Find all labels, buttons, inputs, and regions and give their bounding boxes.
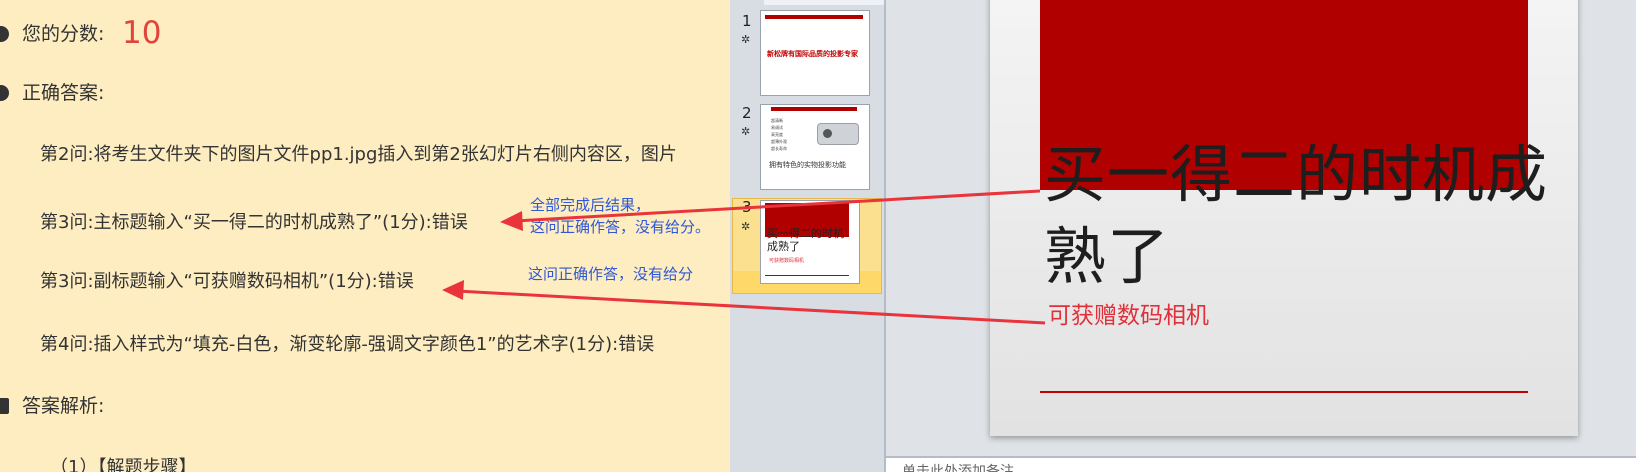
document-icon	[0, 398, 9, 414]
slide-rule-line	[1040, 391, 1528, 393]
thumbnail-2-number: 2	[742, 104, 752, 122]
thumbnail-3-title: 买一得二的时机成熟了	[767, 227, 844, 253]
question-2-result: 第2问:将考生文件夹下的图片文件pp1.jpg插入到第2张幻灯片右侧内容区，图片	[40, 144, 677, 165]
solution-steps-heading: （1）【解题步骤】	[50, 457, 197, 472]
thumbnail-3-number: 3	[742, 198, 752, 216]
current-slide[interactable]: 买一得二的时机成熟了 可获赠数码相机	[990, 0, 1578, 436]
panel-top-strip	[764, 0, 884, 5]
analysis-label: 答案解析:	[22, 395, 105, 417]
thumbnail-1-number: 1	[742, 12, 752, 30]
thumbnail-2-bullet: 超薄外观	[771, 139, 787, 144]
notes-pane[interactable]: 单击此处添加备注	[886, 456, 1636, 472]
thumbnail-2-bullets: 超清晰 易调试 高亮度 超薄外观 超长寿命	[771, 117, 787, 152]
question-3b-result: 第3问:副标题输入“可获赠数码相机”(1分):错误	[40, 271, 414, 292]
slide-thumbnail-panel: 1 ✲ 新松牌有国际品质的投影专家 2 ✲ 超清晰 易调试 高亮度 超薄外观 超…	[730, 0, 886, 472]
thumbnail-2-caption: 拥有特色的实物投影功能	[769, 161, 846, 169]
score-value: 10	[122, 15, 162, 51]
thumbnail-2-bullet: 超长寿命	[771, 146, 787, 151]
answer-panel: 您的分数: 10 正确答案: 第2问:将考生文件夹下的图片文件pp1.jpg插入…	[0, 0, 730, 472]
slide-thumbnail-2[interactable]: 超清晰 易调试 高亮度 超薄外观 超长寿命 拥有特色的实物投影功能	[760, 104, 870, 190]
projector-image	[817, 123, 859, 145]
thumbnail-2-header-bar	[771, 107, 857, 111]
animation-star-icon: ✲	[741, 125, 751, 138]
slide-subtitle[interactable]: 可获赠数码相机	[1048, 296, 1209, 330]
thumbnail-2-bullet: 高亮度	[771, 132, 783, 137]
notes-placeholder[interactable]: 单击此处添加备注	[902, 461, 1014, 472]
animation-star-icon: ✲	[741, 220, 751, 233]
annotation-note-1-line-1: 全部完成后结果，	[530, 196, 651, 214]
thumbnail-2-bullet: 超清晰	[771, 118, 783, 123]
annotation-note-2: 这问正确作答，没有给分	[528, 265, 694, 283]
animation-star-icon: ✲	[741, 33, 751, 46]
slide-editing-area: 买一得二的时机成熟了 可获赠数码相机	[886, 0, 1636, 456]
question-3a-result: 第3问:主标题输入“买一得二的时机成熟了”(1分):错误	[40, 212, 468, 233]
check-icon	[0, 85, 9, 101]
thumbnail-1-title: 新松牌有国际品质的投影专家	[767, 50, 858, 58]
clock-icon	[0, 26, 9, 42]
slide-title[interactable]: 买一得二的时机成熟了	[1044, 134, 1564, 298]
thumbnail-3-subtitle: 可获赠数码相机	[769, 258, 805, 264]
thumbnail-2-bullet: 易调试	[771, 125, 783, 130]
slide-thumbnail-3[interactable]: 买一得二的时机成熟了 可获赠数码相机	[760, 200, 860, 284]
score-label: 您的分数:	[22, 23, 105, 45]
thumbnail-3-rule	[765, 275, 849, 276]
annotation-note-1-line-2: 这问正确作答，没有给分。	[530, 218, 711, 236]
thumbnail-1-header-bar	[765, 15, 863, 19]
question-4-result: 第4问:插入样式为“填充-白色，渐变轮廓-强调文字颜色1”的艺术字(1分):错误	[40, 334, 655, 355]
slide-thumbnail-1[interactable]: 新松牌有国际品质的投影专家	[760, 10, 870, 96]
correct-answer-label: 正确答案:	[22, 82, 105, 104]
